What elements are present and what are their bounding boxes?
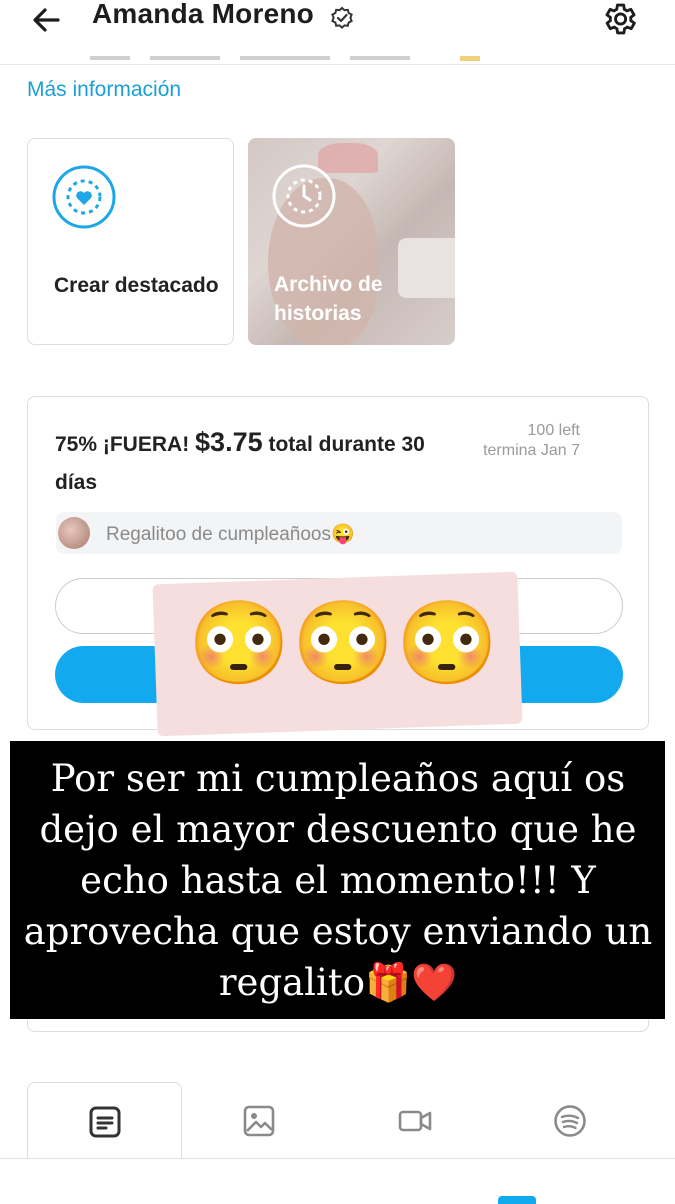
verified-badge-icon [330, 6, 354, 30]
arrow-left-icon [33, 8, 60, 32]
promo-price: $3.75 [195, 427, 263, 457]
story-caption-box: Por ser mi cumpleaños aquí os dejo el ma… [10, 741, 665, 1019]
create-highlight-label: Crear destacado [54, 274, 219, 297]
truncated-bio-line [90, 56, 480, 61]
story-archive-card[interactable]: Archivo de historias [248, 138, 455, 345]
tab-posts[interactable] [27, 1082, 182, 1158]
tab-videos[interactable] [338, 1082, 493, 1158]
gear-icon [605, 3, 636, 35]
flushed-face-emojis: 😳😳😳 [188, 598, 501, 689]
gift-message: Regalitoo de cumpleañoos😜 [106, 524, 355, 545]
video-icon [398, 1110, 432, 1132]
clock-icon [272, 164, 336, 228]
highlight-heart-icon [52, 165, 116, 229]
card-bottom-edge [27, 1020, 649, 1032]
spotify-icon [554, 1105, 586, 1137]
avatar [58, 517, 90, 549]
settings-button[interactable] [600, 0, 638, 38]
promo-discount: 75% ¡FUERA! [55, 433, 190, 456]
promo-description: 75% ¡FUERA! $3.75 total durante 30 días [55, 423, 465, 502]
image-icon [243, 1105, 275, 1137]
story-archive-label: Archivo de historias [274, 273, 383, 325]
bottom-action-hint[interactable] [498, 1196, 536, 1204]
content-tabs [0, 1082, 675, 1158]
tab-audio[interactable] [493, 1082, 648, 1158]
profile-name: Amanda Moreno [92, 0, 314, 29]
back-button[interactable] [28, 2, 68, 38]
tabs-divider [0, 1158, 675, 1159]
gift-message-row: Regalitoo de cumpleañoos😜 [56, 512, 622, 554]
post-icon [89, 1106, 121, 1138]
create-highlight-card[interactable]: Crear destacado [27, 138, 234, 345]
promo-left-count: 100 left [527, 422, 580, 439]
promo-end-date: termina Jan 7 [483, 442, 580, 459]
story-caption-text: Por ser mi cumpleaños aquí os dejo el ma… [23, 757, 653, 1004]
promo-meta: 100 left termina Jan 7 [483, 421, 580, 461]
more-info-link[interactable]: Más información [27, 78, 181, 102]
tab-photos[interactable] [182, 1082, 337, 1158]
